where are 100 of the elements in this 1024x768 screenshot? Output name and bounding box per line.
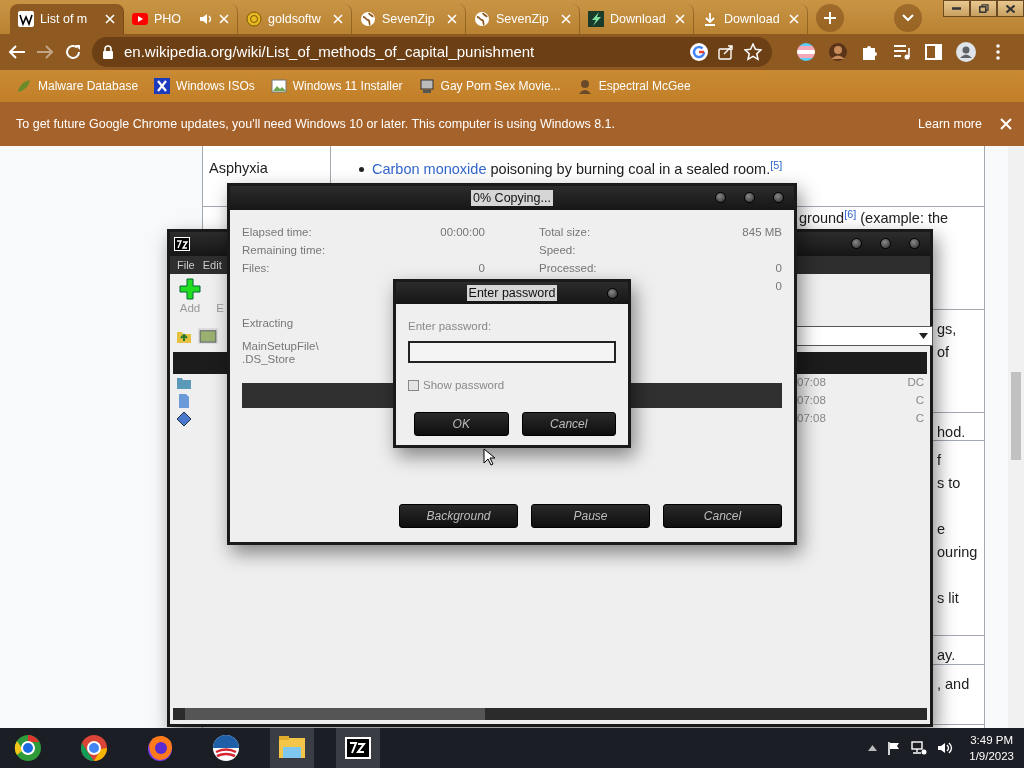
- close-icon[interactable]: [333, 14, 343, 24]
- clock-time[interactable]: 3:49 PM: [969, 732, 1014, 748]
- text-fragment: gs,: [937, 320, 958, 339]
- dialog-button[interactable]: Cancel: [663, 504, 782, 528]
- browser-icon: [79, 733, 109, 763]
- list-item-text: Carbon monoxide poisoning by burning coal in a sealed room.$^{[5]}$: [372, 158, 783, 179]
- scrollbar-thumb[interactable]: [185, 708, 485, 720]
- window-control-button[interactable]: [607, 288, 618, 299]
- dialog-button[interactable]: Background: [399, 504, 518, 528]
- plus-icon: [823, 11, 837, 25]
- text-fragment: f: [937, 451, 943, 470]
- speaker-icon[interactable]: [937, 741, 954, 755]
- reload-icon[interactable]: [64, 43, 82, 61]
- close-icon[interactable]: [675, 14, 685, 24]
- article-link[interactable]: Carbon monoxide: [372, 161, 487, 177]
- close-icon[interactable]: [1000, 118, 1012, 130]
- stat-value: 00:00:00: [440, 225, 485, 240]
- lock-icon: [102, 45, 114, 59]
- bookmark-link[interactable]: Gay Porn Sex Movie...: [418, 77, 561, 95]
- address-text: en.wikipedia.org/wiki/List_of_methods_of_capital_punishment: [124, 41, 536, 62]
- multicolor-circle-icon[interactable]: [690, 43, 708, 61]
- field-label: Enter password:: [408, 319, 493, 334]
- stat-label: Elapsed time:: [242, 225, 312, 240]
- globe-icon: [360, 11, 376, 27]
- text-fragment: hod.: [937, 423, 967, 442]
- text-fragment: ground$^{[6]}$ (example: the: [799, 207, 950, 228]
- menu-item[interactable]: Edit: [202, 256, 222, 274]
- share-icon[interactable]: [718, 44, 734, 60]
- menu-item[interactable]: File: [177, 256, 195, 274]
- browser-tab[interactable]: List of m: [10, 4, 124, 34]
- close-icon[interactable]: [219, 14, 229, 24]
- stat-value: 0: [478, 261, 485, 276]
- toolbar-button[interactable]: Add: [176, 278, 204, 324]
- file-icon: [176, 393, 192, 409]
- scrollbar-thumb[interactable]: [1011, 372, 1021, 460]
- dialog-title: Enter password: [466, 285, 558, 301]
- bookmark-link[interactable]: Malware Database: [16, 77, 139, 95]
- close-icon[interactable]: [561, 14, 571, 24]
- text-fragment: e: [937, 520, 947, 539]
- show-password-checkbox[interactable]: Show password: [408, 377, 616, 395]
- close-button[interactable]: [997, 0, 1024, 17]
- bookmark-link[interactable]: Windows ISOs: [154, 77, 255, 95]
- striped-circle-icon[interactable]: [796, 42, 816, 62]
- leaf-icon: [16, 78, 32, 94]
- close-icon[interactable]: [789, 14, 799, 24]
- window-control-button[interactable]: [773, 192, 784, 203]
- bookmark-link[interactable]: Espectral McGee: [576, 77, 691, 95]
- restore-icon: [978, 4, 989, 13]
- fox-icon: [145, 733, 175, 763]
- password-field[interactable]: [408, 341, 616, 364]
- text-fragment: s lit: [937, 589, 960, 608]
- text-fragment: ay.: [937, 646, 957, 665]
- tab-search-button[interactable]: [894, 4, 922, 32]
- sidebar-icon[interactable]: [924, 42, 944, 62]
- window-control-button[interactable]: [909, 238, 920, 249]
- minimize-icon: [952, 7, 961, 10]
- bullet-icon: [359, 167, 364, 172]
- close-icon[interactable]: [105, 14, 115, 24]
- dialog-button[interactable]: Cancel: [521, 411, 616, 436]
- close-icon[interactable]: [447, 14, 457, 24]
- folder-icon[interactable]: [198, 328, 218, 344]
- dialog-button[interactable]: Pause: [531, 504, 650, 528]
- profile-icon[interactable]: [956, 42, 976, 62]
- restore-button[interactable]: [970, 0, 997, 17]
- round-logo-icon: [211, 733, 241, 763]
- avatar-icon[interactable]: [828, 42, 848, 62]
- coin-icon: [246, 11, 262, 27]
- window-control-button[interactable]: [851, 238, 862, 249]
- taskbar-app-button[interactable]: [336, 728, 380, 768]
- dialog-title: 0% Copying...: [471, 190, 553, 206]
- clock-date[interactable]: 1/9/2023: [969, 748, 1014, 764]
- back-icon[interactable]: [8, 44, 26, 60]
- taskbar-app-button[interactable]: [270, 728, 314, 768]
- bookmark-link[interactable]: Windows 11 Installer: [270, 77, 403, 95]
- minimize-button[interactable]: [943, 0, 970, 17]
- download-icon: [702, 11, 718, 27]
- scrollbar[interactable]: [1008, 146, 1024, 728]
- horizontal-scrollbar[interactable]: [173, 708, 927, 720]
- dialog-button[interactable]: OK: [414, 411, 509, 436]
- update-message: To get future Google Chrome updates, you'll need Windows 10 or later. This computer is using Windows 8.1.: [16, 115, 615, 133]
- stat-label: Speed:: [539, 243, 576, 258]
- attributes-cell-text: DC: [907, 375, 924, 391]
- address-bar[interactable]: en.wikipedia.org/wiki/List_of_methods_of_capital_punishment: [92, 37, 772, 67]
- learn-more-link[interactable]: Learn more: [918, 114, 982, 134]
- star-icon[interactable]: [744, 43, 762, 61]
- new-tab-button[interactable]: [816, 4, 844, 32]
- globe-icon: [474, 11, 490, 27]
- app-logo-icon: [174, 237, 190, 251]
- cursor-icon: [483, 448, 495, 466]
- media-list-icon[interactable]: [892, 42, 912, 62]
- text-fragment: s to: [937, 474, 962, 493]
- window-control-button[interactable]: [880, 238, 891, 249]
- ring-app-icon: [13, 733, 43, 763]
- path-dropdown[interactable]: [796, 326, 933, 346]
- close-icon: [1006, 4, 1015, 13]
- window-control-button[interactable]: [744, 192, 755, 203]
- network-icon[interactable]: [911, 741, 928, 755]
- window-control-button[interactable]: [715, 192, 726, 203]
- flag-icon[interactable]: [887, 741, 902, 755]
- chevron-up-icon[interactable]: [868, 745, 878, 751]
